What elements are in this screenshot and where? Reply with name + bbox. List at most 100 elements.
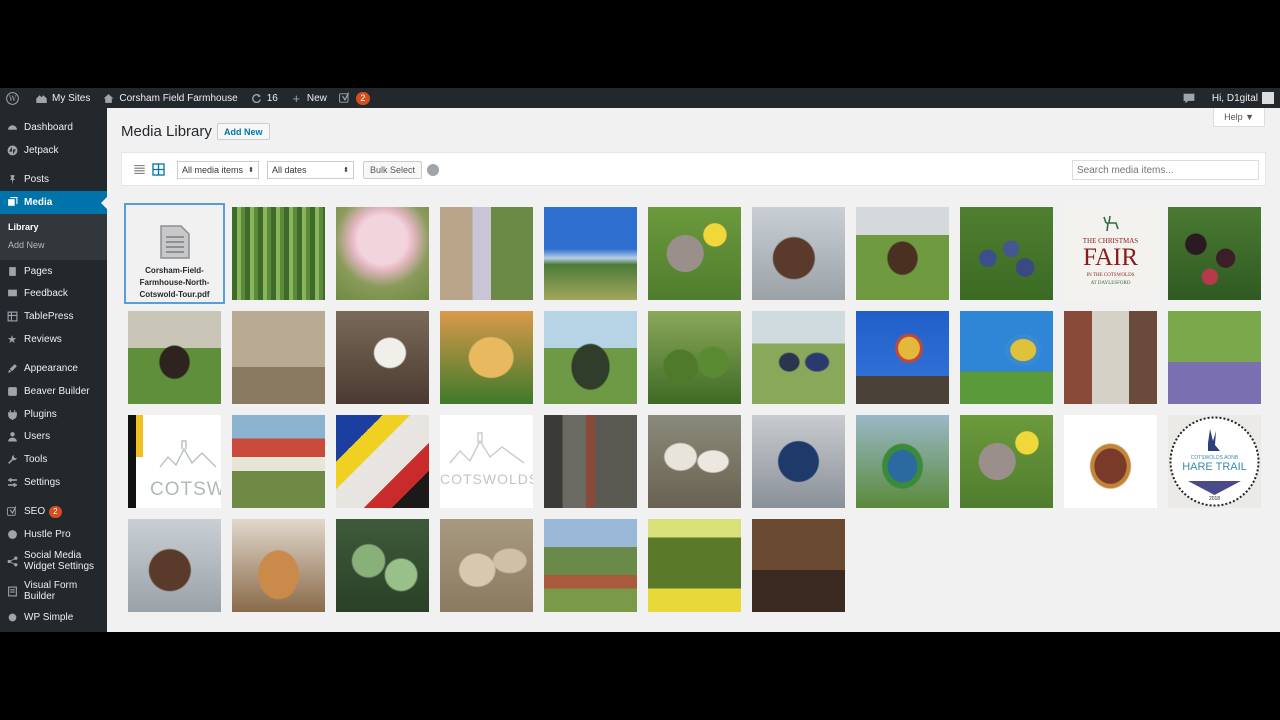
gauge-icon bbox=[6, 121, 18, 133]
bulk-select-button[interactable]: Bulk Select bbox=[363, 161, 423, 179]
search-media-input[interactable] bbox=[1072, 160, 1259, 180]
media-item-asparagus[interactable] bbox=[232, 207, 325, 300]
yoast-menu[interactable]: 2 bbox=[333, 88, 376, 108]
sidebar-item-media[interactable]: Media bbox=[0, 191, 107, 214]
main-content: Help ▼ Media Library Add New All media i… bbox=[107, 108, 1280, 632]
media-item-blackberries[interactable] bbox=[1168, 207, 1261, 300]
add-new-button[interactable]: Add New bbox=[217, 123, 270, 140]
updates-menu[interactable]: 16 bbox=[244, 88, 284, 108]
media-item-vintage-car[interactable] bbox=[544, 311, 637, 404]
sidebar-item-seo[interactable]: SEO 2 bbox=[0, 501, 107, 524]
media-item-shop-display[interactable] bbox=[1064, 311, 1157, 404]
sidebar-item-hustle-pro[interactable]: Hustle Pro bbox=[0, 523, 107, 546]
media-item-cocktail[interactable] bbox=[440, 311, 533, 404]
christmas-fair-line3: IN THE COTSWOLDS bbox=[1086, 273, 1135, 278]
sidebar-item-label: Plugins bbox=[24, 408, 57, 420]
sidebar-item-social-media-widget[interactable]: Social Media Widget Settings bbox=[0, 546, 107, 576]
media-item-christmas-fair[interactable]: THE CHRISTMAS FAIR IN THE COTSWOLDS AT D… bbox=[1064, 207, 1157, 300]
sidebar-item-wp-simple[interactable]: WP Simple bbox=[0, 606, 107, 629]
media-item-blueberries[interactable] bbox=[960, 207, 1053, 300]
media-item-daffodil-wood[interactable] bbox=[648, 519, 741, 612]
account-menu[interactable]: Hi, D1gital bbox=[1206, 88, 1280, 108]
media-item-food-platter[interactable] bbox=[232, 519, 325, 612]
home-icon bbox=[102, 92, 115, 105]
sidebar-item-label: Appearance bbox=[24, 363, 78, 375]
media-item-pdf[interactable]: Corsham-Field-Farmhouse-North-Cotswold-T… bbox=[124, 203, 225, 304]
sidebar-item-users[interactable]: Users bbox=[0, 426, 107, 449]
media-item-cabbages[interactable] bbox=[336, 519, 429, 612]
chat-menu[interactable] bbox=[1177, 88, 1206, 108]
media-item-jockey[interactable] bbox=[856, 207, 949, 300]
sidebar-item-plugins[interactable]: Plugins bbox=[0, 403, 107, 426]
media-item-hare-sculpture-pattern[interactable] bbox=[1064, 415, 1157, 508]
sidebar-item-tablepress[interactable]: TablePress bbox=[0, 305, 107, 328]
sidebar-item-label: Reviews bbox=[24, 333, 62, 345]
select-arrows-icon: ⬍ bbox=[248, 167, 254, 174]
new-content-menu[interactable]: + New bbox=[284, 88, 333, 108]
form-icon bbox=[6, 585, 18, 597]
list-view-icon[interactable] bbox=[133, 163, 146, 176]
date-filter-value: All dates bbox=[272, 165, 307, 175]
my-sites-menu[interactable]: My Sites bbox=[29, 88, 96, 108]
media-item-dressage-horse[interactable] bbox=[128, 311, 221, 404]
media-item-valley-view[interactable] bbox=[544, 519, 637, 612]
sidebar-item-visual-form-builder[interactable]: Visual Form Builder bbox=[0, 576, 107, 606]
media-item-cotswolds-logo-small[interactable]: COTSWO bbox=[128, 415, 221, 508]
media-item-pop-art[interactable] bbox=[336, 415, 429, 508]
sidebar-item-jetpack[interactable]: Jetpack bbox=[0, 139, 107, 162]
media-item-lambs[interactable] bbox=[648, 415, 741, 508]
media-item-easter-bunny-2[interactable] bbox=[960, 415, 1053, 508]
submenu-library[interactable]: Library bbox=[8, 218, 107, 236]
media-item-chef[interactable] bbox=[336, 311, 429, 404]
media-item-topiary-garden[interactable] bbox=[648, 311, 741, 404]
media-type-filter[interactable]: All media items ⬍ bbox=[177, 161, 259, 179]
media-item-cyclists[interactable] bbox=[752, 311, 845, 404]
media-type-filter-value: All media items bbox=[182, 165, 244, 175]
spinner-icon bbox=[427, 164, 439, 176]
new-label: New bbox=[306, 92, 327, 104]
site-name-menu[interactable]: Corsham Field Farmhouse bbox=[96, 88, 243, 108]
jetpack-icon bbox=[6, 144, 18, 156]
sidebar-item-reviews[interactable]: ★ Reviews bbox=[0, 328, 107, 351]
grid-view-icon[interactable] bbox=[152, 163, 165, 176]
media-item-hare-sculpture-blue[interactable] bbox=[752, 415, 845, 508]
wordpress-logo-menu[interactable]: W bbox=[0, 88, 29, 108]
media-item-hare-trail-logo[interactable]: COTSWOLDS AONB HARE TRAIL 2018 bbox=[1168, 415, 1261, 508]
media-item-sheep-flock[interactable] bbox=[440, 519, 533, 612]
sidebar-item-pages[interactable]: Pages bbox=[0, 260, 107, 283]
media-item-church-interior[interactable] bbox=[232, 311, 325, 404]
sidebar-item-tools[interactable]: Tools bbox=[0, 448, 107, 471]
sidebar-item-label: Tools bbox=[24, 454, 48, 466]
sidebar-item-beaver-builder[interactable]: Beaver Builder bbox=[0, 380, 107, 403]
sidebar-item-label: Users bbox=[24, 431, 51, 443]
sidebar-item-label: Feedback bbox=[24, 288, 68, 300]
page-title: Media Library bbox=[121, 123, 212, 140]
media-item-easter-bunny[interactable] bbox=[648, 207, 741, 300]
sidebar-item-label: Settings bbox=[24, 476, 61, 488]
user-icon bbox=[6, 431, 18, 443]
media-item-hare-sculpture-green[interactable] bbox=[856, 415, 949, 508]
sidebar-item-label: Dashboard bbox=[24, 121, 73, 133]
media-item-balloon-field[interactable] bbox=[960, 311, 1053, 404]
media-item-bird-feeder[interactable] bbox=[544, 415, 637, 508]
media-item-landscape-view[interactable] bbox=[544, 207, 637, 300]
sidebar-item-appearance[interactable]: Appearance bbox=[0, 358, 107, 381]
help-tab-button[interactable]: Help ▼ bbox=[1213, 108, 1265, 127]
media-item-balloon-sky[interactable] bbox=[856, 311, 949, 404]
sidebar-item-dashboard[interactable]: Dashboard bbox=[0, 116, 107, 139]
sidebar-item-settings[interactable]: Settings bbox=[0, 471, 107, 494]
media-submenu: Library Add New bbox=[0, 213, 107, 260]
media-item-garden-door[interactable] bbox=[440, 207, 533, 300]
sidebar-item-feedback[interactable]: Feedback bbox=[0, 282, 107, 305]
date-filter[interactable]: All dates ⬍ bbox=[267, 161, 354, 179]
media-item-horse-race[interactable] bbox=[752, 207, 845, 300]
media-item-market-tents[interactable] bbox=[232, 415, 325, 508]
media-item-cotswolds-logo[interactable]: COTSWOLDS bbox=[440, 415, 533, 508]
media-item-horse-race-2[interactable] bbox=[128, 519, 221, 612]
submenu-add-new[interactable]: Add New bbox=[8, 236, 107, 254]
sidebar-item-posts[interactable]: Posts bbox=[0, 168, 107, 191]
document-filename: Corsham-Field-Farmhouse-North-Cotswold-T… bbox=[139, 266, 210, 299]
media-item-horse-carriage[interactable] bbox=[752, 519, 845, 612]
media-item-blossom-tree[interactable] bbox=[336, 207, 429, 300]
media-item-bluebell-wood[interactable] bbox=[1168, 311, 1261, 404]
